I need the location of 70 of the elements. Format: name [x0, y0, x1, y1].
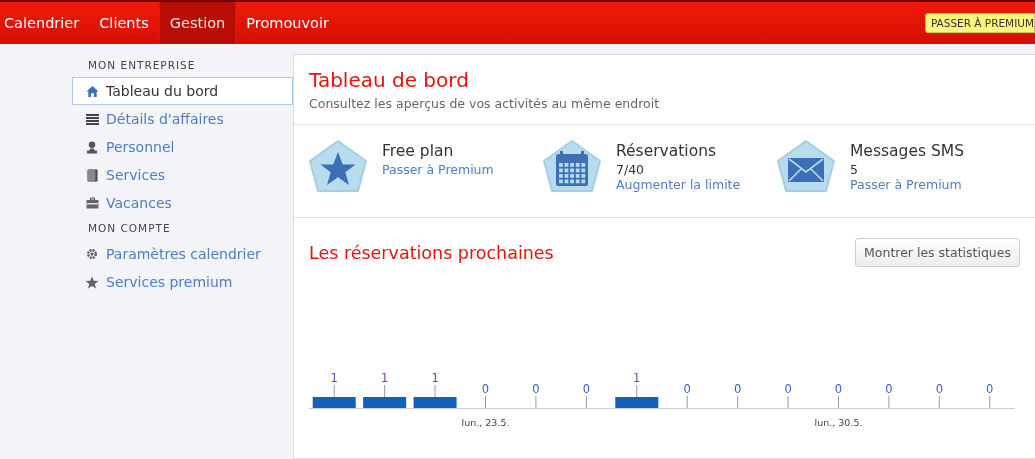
- value-label: 0: [582, 382, 590, 409]
- data-label: 1: [633, 371, 641, 385]
- data-label: 0: [885, 382, 893, 396]
- section-title: Les réservations prochaines: [309, 242, 554, 263]
- stat-link[interactable]: Augmenter la limite: [616, 177, 741, 192]
- nav-tab[interactable]: Clients: [89, 2, 159, 44]
- sidebar-item[interactable]: Services premium: [72, 268, 293, 296]
- stat-title: Messages SMS: [850, 142, 964, 160]
- statistics-button[interactable]: Montrer les statistiques: [855, 238, 1020, 267]
- person-icon: [86, 140, 98, 154]
- book-icon: [86, 168, 98, 182]
- axis-label: lun., 23.5.: [461, 417, 510, 428]
- envelope-icon: [776, 139, 836, 195]
- sidebar-item[interactable]: Tableau du bord: [72, 77, 293, 105]
- stat-value: 5: [850, 162, 858, 177]
- bar: [363, 397, 407, 408]
- bar: [413, 397, 457, 408]
- star-icon: [308, 139, 368, 195]
- value-label: 1: [381, 371, 389, 398]
- section-heading: MON ENTREPRISE: [87, 58, 196, 73]
- star-icon: [85, 275, 99, 289]
- value-label: 0: [935, 382, 943, 409]
- bar: [312, 397, 356, 408]
- value-label: 0: [683, 382, 691, 409]
- sidebar-item[interactable]: Personnel: [72, 133, 293, 161]
- value-label: 1: [431, 371, 439, 398]
- stat-title: Free plan: [382, 142, 454, 160]
- gear-icon: [86, 248, 98, 260]
- axis-label: lun., 30.5.: [814, 417, 863, 428]
- briefcase-icon: [85, 197, 99, 209]
- page-title: Tableau de bord: [309, 68, 469, 92]
- data-label: 0: [733, 382, 742, 396]
- stat-value: 7/40: [616, 162, 645, 177]
- value-label: 1: [633, 371, 641, 398]
- bar: [615, 397, 659, 408]
- sidebar-item[interactable]: Vacances: [72, 189, 293, 217]
- value-label: 0: [532, 382, 540, 409]
- stat-link[interactable]: Passer à Premium: [850, 177, 962, 192]
- sidebar-item[interactable]: Paramètres calendrier: [72, 240, 293, 268]
- sidebar-item[interactable]: Détails d'affaires: [72, 105, 293, 133]
- page-subtitle: Consultez les aperçus de vos activités au même endroit: [309, 96, 660, 111]
- section-heading: MON COMPTE: [87, 221, 171, 236]
- value-label: 0: [885, 382, 893, 409]
- value-label: 0: [986, 382, 994, 409]
- stat-title: Réservations: [616, 142, 717, 160]
- data-label: 0: [532, 382, 540, 396]
- data-label: 1: [380, 371, 389, 385]
- data-label: 0: [935, 382, 944, 396]
- data-label: 1: [431, 371, 439, 385]
- stat-link[interactable]: Passer à Premium: [382, 162, 494, 177]
- data-label: 0: [986, 382, 994, 396]
- value-label: 0: [784, 382, 792, 409]
- value-label: 0: [734, 382, 742, 409]
- sidebar-item[interactable]: Services: [72, 161, 293, 189]
- data-label: 0: [481, 382, 490, 396]
- data-label: 0: [834, 382, 843, 396]
- upgrade-badge[interactable]: PASSER À PREMIUM: [924, 13, 1035, 33]
- value-label: 0: [481, 382, 490, 409]
- data-label: 0: [582, 382, 591, 396]
- calendar-icon: [542, 139, 602, 195]
- data-label: 1: [330, 371, 338, 385]
- value-label: 0: [834, 382, 843, 409]
- nav-tab[interactable]: Promouvoir: [236, 2, 339, 44]
- data-label: 0: [683, 382, 691, 396]
- data-label: 0: [784, 382, 792, 396]
- nav-tab[interactable]: Calendrier: [0, 2, 90, 44]
- home-icon: [85, 84, 99, 98]
- nav-tab[interactable]: Gestion: [158, 2, 237, 44]
- list-icon: [85, 113, 99, 125]
- value-label: 1: [330, 371, 338, 398]
